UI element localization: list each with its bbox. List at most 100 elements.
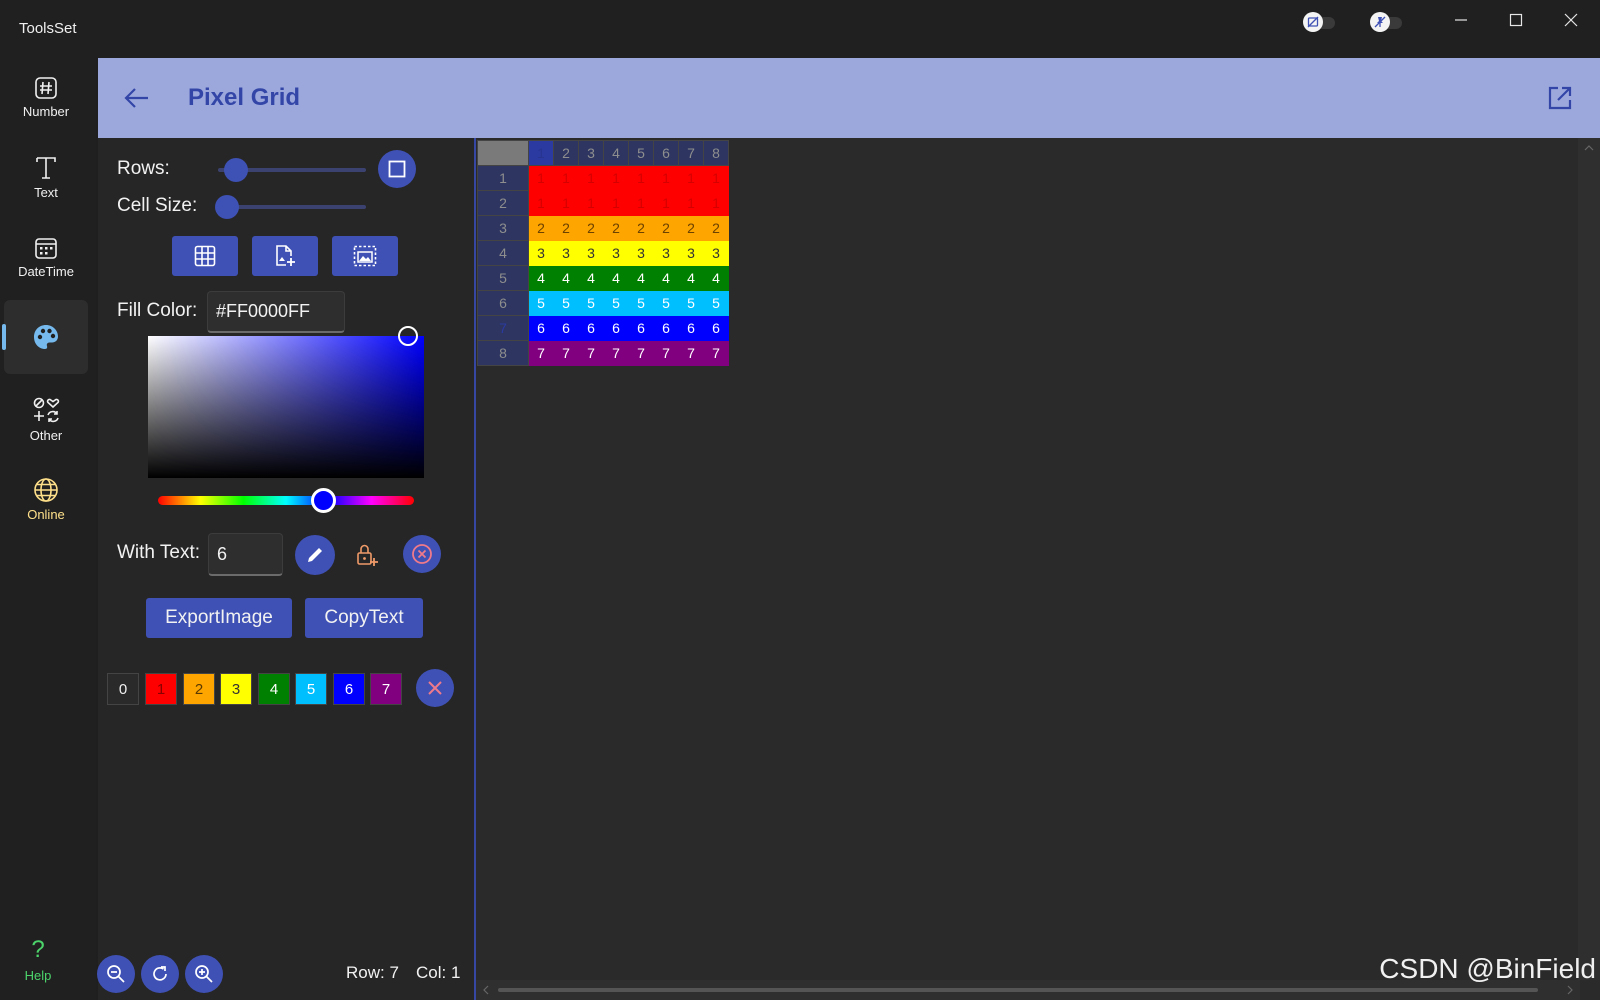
grid-corner[interactable] (477, 140, 529, 166)
grid-cell[interactable]: 2 (553, 215, 579, 241)
grid-cell[interactable]: 4 (653, 265, 679, 291)
grid-cell[interactable]: 4 (678, 265, 704, 291)
grid-cell[interactable]: 5 (553, 290, 579, 316)
grid-cell[interactable]: 3 (603, 240, 629, 266)
grid-cell[interactable]: 2 (528, 215, 554, 241)
fill-color-input[interactable]: #FF0000FF (207, 291, 345, 333)
grid-cell[interactable]: 4 (528, 265, 554, 291)
grid-button[interactable] (172, 236, 238, 276)
row-header[interactable]: 2 (477, 190, 529, 216)
palette-swatch-7[interactable]: 7 (370, 673, 402, 705)
lock-add-button[interactable] (352, 540, 382, 570)
grid-cell[interactable]: 6 (653, 315, 679, 341)
palette-swatch-1[interactable]: 1 (145, 673, 177, 705)
grid-cell[interactable]: 5 (628, 290, 654, 316)
grid-cell[interactable]: 1 (603, 165, 629, 191)
column-header[interactable]: 7 (678, 140, 704, 166)
grid-cell[interactable]: 1 (703, 190, 729, 216)
grid-cell[interactable]: 1 (578, 190, 604, 216)
grid-cell[interactable]: 6 (678, 315, 704, 341)
grid-cell[interactable]: 4 (553, 265, 579, 291)
clear-text-button[interactable] (403, 535, 441, 573)
row-header[interactable]: 8 (477, 340, 529, 366)
row-header[interactable]: 1 (477, 165, 529, 191)
open-new-window-button[interactable] (1547, 85, 1573, 111)
grid-cell[interactable]: 5 (703, 290, 729, 316)
nav-item-number[interactable]: Number (4, 60, 88, 134)
grid-cell[interactable]: 6 (703, 315, 729, 341)
grid-cell[interactable]: 1 (628, 190, 654, 216)
zoom-in-button[interactable] (185, 955, 223, 993)
grid-cell[interactable]: 7 (703, 340, 729, 366)
grid-cell[interactable]: 2 (628, 215, 654, 241)
square-mode-button[interactable] (378, 150, 416, 188)
grid-cell[interactable]: 7 (578, 340, 604, 366)
grid-cell[interactable]: 1 (528, 165, 554, 191)
palette-swatch-0[interactable]: 0 (107, 673, 139, 705)
grid-cell[interactable]: 2 (703, 215, 729, 241)
back-button[interactable] (124, 86, 152, 110)
grid-cell[interactable]: 4 (703, 265, 729, 291)
nav-item-text[interactable]: Text (4, 140, 88, 214)
column-header[interactable]: 3 (578, 140, 604, 166)
column-header[interactable]: 5 (628, 140, 654, 166)
grid-cell[interactable]: 5 (578, 290, 604, 316)
grid-cell[interactable]: 5 (603, 290, 629, 316)
grid-cell[interactable]: 1 (678, 165, 704, 191)
no-screenshot-toggle[interactable] (1303, 12, 1343, 32)
edit-text-button[interactable] (295, 535, 335, 575)
color-spectrum[interactable] (148, 336, 424, 478)
with-text-input[interactable]: 6 (208, 533, 283, 576)
grid-cell[interactable]: 7 (628, 340, 654, 366)
grid-cell[interactable]: 1 (578, 165, 604, 191)
row-header[interactable]: 6 (477, 290, 529, 316)
row-header[interactable]: 5 (477, 265, 529, 291)
grid-cell[interactable]: 4 (578, 265, 604, 291)
clear-palette-button[interactable] (416, 669, 454, 707)
nav-item-online[interactable]: Online (4, 462, 88, 536)
row-header[interactable]: 7 (477, 315, 529, 341)
close-button[interactable] (1548, 0, 1594, 40)
grid-cell[interactable]: 1 (653, 165, 679, 191)
grid-cell[interactable]: 3 (628, 240, 654, 266)
column-header[interactable]: 4 (603, 140, 629, 166)
nav-item-help[interactable]: ? Help (4, 924, 72, 994)
grid-cell[interactable]: 7 (678, 340, 704, 366)
cell-size-slider-track[interactable] (218, 205, 366, 209)
grid-cell[interactable]: 7 (653, 340, 679, 366)
grid-cell[interactable]: 6 (603, 315, 629, 341)
grid-cell[interactable]: 1 (553, 190, 579, 216)
column-header[interactable]: 2 (553, 140, 579, 166)
rows-slider-thumb[interactable] (224, 158, 248, 182)
grid-cell[interactable]: 6 (578, 315, 604, 341)
grid-cell[interactable]: 3 (578, 240, 604, 266)
copy-text-button[interactable]: CopyText (305, 598, 423, 638)
grid-cell[interactable]: 5 (653, 290, 679, 316)
grid-cell[interactable]: 4 (603, 265, 629, 291)
grid-cell[interactable]: 5 (528, 290, 554, 316)
palette-swatch-2[interactable]: 2 (183, 673, 215, 705)
import-image-button[interactable] (252, 236, 318, 276)
grid-cell[interactable]: 1 (703, 165, 729, 191)
column-header[interactable]: 8 (703, 140, 729, 166)
reset-zoom-button[interactable] (141, 955, 179, 993)
grid-cell[interactable]: 3 (553, 240, 579, 266)
grid-cell[interactable]: 3 (678, 240, 704, 266)
column-header[interactable]: 1 (528, 140, 554, 166)
grid-cell[interactable]: 2 (653, 215, 679, 241)
hue-slider-thumb[interactable] (311, 488, 336, 513)
grid-cell[interactable]: 1 (678, 190, 704, 216)
palette-swatch-3[interactable]: 3 (220, 673, 252, 705)
zoom-out-button[interactable] (97, 955, 135, 993)
palette-swatch-5[interactable]: 5 (295, 673, 327, 705)
grid-cell[interactable]: 6 (528, 315, 554, 341)
hue-slider[interactable] (158, 496, 414, 505)
grid-cell[interactable]: 1 (553, 165, 579, 191)
minimize-button[interactable] (1438, 0, 1484, 40)
grid-cell[interactable]: 2 (678, 215, 704, 241)
grid-cell[interactable]: 1 (603, 190, 629, 216)
column-header[interactable]: 6 (653, 140, 679, 166)
grid-cell[interactable]: 2 (578, 215, 604, 241)
nav-item-color[interactable] (2, 300, 88, 374)
nav-item-other[interactable]: Other (4, 382, 88, 456)
